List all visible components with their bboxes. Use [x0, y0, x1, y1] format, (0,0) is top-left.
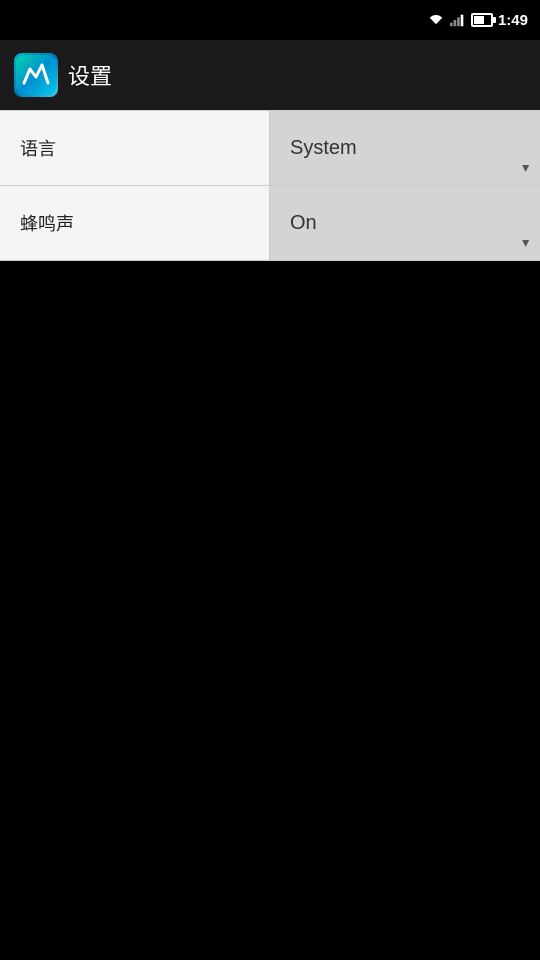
language-value[interactable]: System	[270, 111, 540, 185]
app-logo	[14, 53, 58, 97]
settings-container: 语言 System 蜂鸣声 On	[0, 110, 540, 261]
wifi-icon	[427, 13, 445, 27]
app-bar: 设置	[0, 40, 540, 110]
beep-label: 蜂鸣声	[0, 186, 270, 260]
settings-row-language[interactable]: 语言 System	[0, 111, 540, 186]
signal-icon	[450, 13, 466, 27]
settings-row-beep[interactable]: 蜂鸣声 On	[0, 186, 540, 261]
battery-icon	[471, 13, 493, 27]
beep-value[interactable]: On	[270, 186, 540, 260]
status-icons: 1:49	[427, 12, 528, 29]
status-bar: 1:49	[0, 0, 540, 40]
app-bar-title: 设置	[68, 59, 112, 91]
language-label: 语言	[0, 111, 270, 185]
status-time: 1:49	[498, 12, 528, 29]
